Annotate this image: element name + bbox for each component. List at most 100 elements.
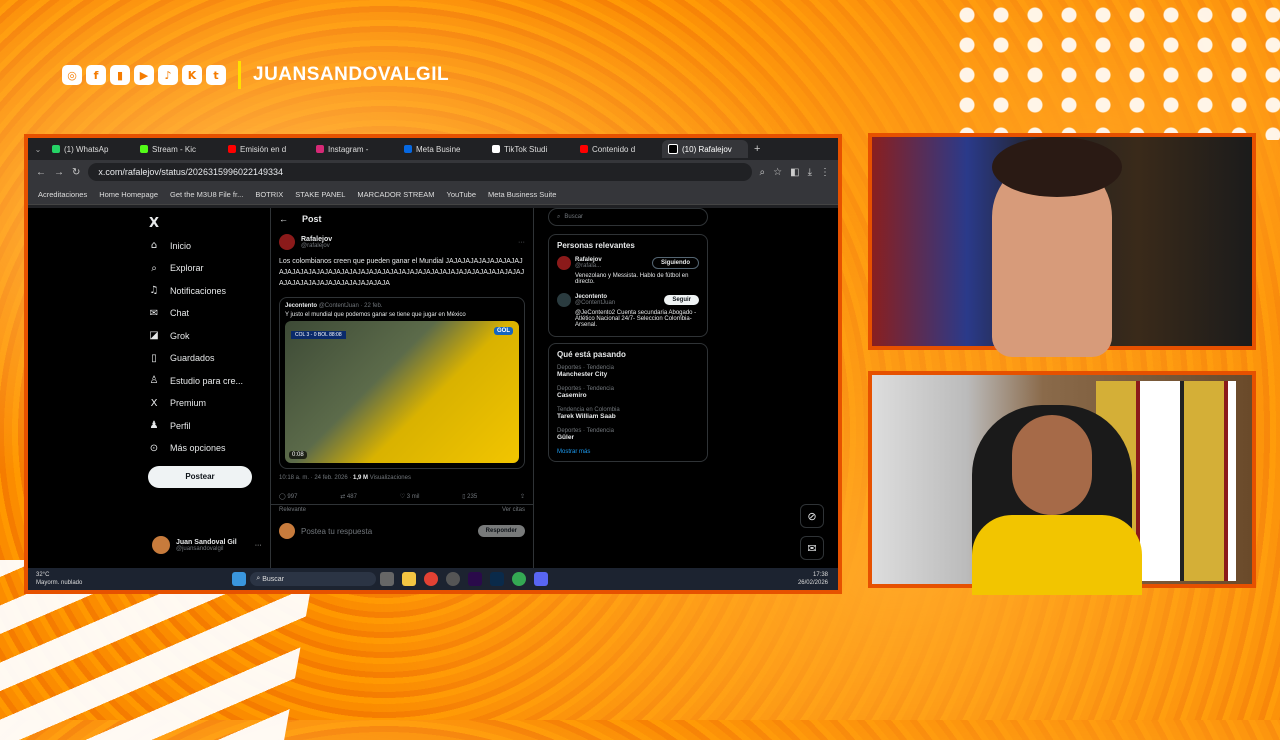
trend-name: Tarek William Saab [557, 413, 616, 420]
address-bar[interactable]: x.com/rafalejov/status/20263159960221493… [88, 163, 752, 181]
bookmark-item[interactable]: Get the M3U8 File fr... [170, 190, 243, 199]
more-icon[interactable]: ··· [518, 239, 525, 246]
tab-kick[interactable]: Stream - Kic [134, 140, 220, 158]
nav-inicio[interactable]: ⌂ Inicio [148, 235, 268, 258]
weather-temp: 32°C [36, 572, 50, 578]
back-icon[interactable]: ← [36, 167, 46, 178]
retweet-action[interactable]: ⇄ 487 [340, 493, 357, 500]
chrome-icon[interactable] [424, 572, 439, 586]
bookmark-item[interactable]: BOTRIX [255, 190, 283, 199]
zoom-icon[interactable]: ⌕ [760, 167, 766, 178]
youtube-icon: ▶ [134, 65, 154, 85]
person-bio: Venezolano y Messista. Hablo de fútbol e… [575, 273, 689, 285]
bookmark-item[interactable]: Acreditaciones [38, 190, 87, 199]
grok-float-icon[interactable]: ⊘ [800, 504, 824, 528]
forward-icon[interactable]: → [54, 167, 64, 178]
show-more-link[interactable]: Mostrar más [557, 449, 699, 455]
back-arrow-icon[interactable]: ← [279, 214, 288, 224]
trend-item[interactable]: Deportes · Tendencia Manchester City [557, 365, 699, 378]
webcam-bottom [868, 371, 1256, 595]
tab-youtube-studio[interactable]: Contenido d [574, 140, 660, 158]
premiere-icon[interactable] [468, 572, 483, 586]
bookmark-item[interactable]: MARCADOR STREAM [357, 190, 434, 199]
tab-search-icon[interactable]: ⌄ [32, 145, 44, 154]
trend-item[interactable]: Tendencia en Colombia Tarek William Saab [557, 407, 699, 420]
download-icon[interactable]: ⤓ [808, 167, 812, 178]
follow-button[interactable]: Seguir [664, 295, 699, 305]
person-handle: @ContentJuan [575, 300, 616, 306]
more-icon[interactable]: ··· [255, 542, 262, 549]
discord-icon[interactable] [534, 572, 549, 586]
person-row[interactable]: Jecontento @ContentJuan Seguir [557, 293, 699, 307]
windows-start-icon[interactable] [232, 572, 247, 586]
video-player[interactable]: COL 3 - 0 BOL 88:08 GOL 0:08 [285, 321, 519, 463]
trend-item[interactable]: Deportes · Tendencia Casemiro [557, 386, 699, 399]
obs-icon[interactable] [446, 572, 461, 586]
url-text: x.com/rafalejov/status/20263159960221493… [98, 167, 284, 177]
person-icon: ♟ [149, 420, 159, 432]
nav-premium[interactable]: X Premium [148, 392, 268, 415]
like-action[interactable]: ♡ 3 mil [400, 493, 420, 500]
trend-item[interactable]: Deportes · Tendencia Güler [557, 428, 699, 441]
avatar [152, 536, 170, 554]
nav-mas-opciones[interactable]: ⊙ Más opciones [148, 437, 268, 460]
reload-icon[interactable]: ↻ [72, 167, 80, 178]
messages-float-icon[interactable]: ✉ [800, 536, 824, 560]
clock[interactable]: 17:38 26/02/2026 [798, 571, 828, 587]
right-sidebar: ⌕ Buscar Personas relevantes Rafalejov @ra… [548, 208, 708, 468]
tab-instagram[interactable]: Instagram - [310, 140, 396, 158]
x-icon [668, 144, 678, 154]
person-row[interactable]: Rafalejov @rafala... Siguiendo [557, 256, 699, 270]
share-icon[interactable]: ⇪ [520, 493, 525, 500]
author-avatar[interactable] [279, 234, 295, 250]
weather-widget[interactable]: 32°C Mayorm. nublado [36, 571, 82, 587]
tab-x-active[interactable]: (10) Rafalejov [662, 140, 748, 158]
nav-grok[interactable]: ◪ Grok [148, 325, 268, 348]
bookmark-action[interactable]: ▯ 235 [462, 493, 477, 500]
file-explorer-icon[interactable] [402, 572, 417, 586]
author-handle: @rafalejov [301, 242, 330, 249]
star-icon[interactable]: ☆ [773, 167, 782, 178]
quote-tweet[interactable]: Jecontento @ContentJuan · 22 feb. Y just… [279, 297, 525, 469]
tab-tiktok[interactable]: TikTok Studi [486, 140, 572, 158]
person-handle: @rafala... [575, 263, 602, 269]
chrome-profile-icon[interactable] [512, 572, 527, 586]
nav-notificaciones[interactable]: ♫ Notificaciones [148, 280, 268, 303]
quote-author: Jecontento [285, 303, 318, 309]
tweet-text: Los colombianos creen que pueden ganar e… [279, 258, 525, 287]
menu-icon[interactable]: ⋮ [820, 167, 830, 178]
search-box[interactable]: ⌕ Buscar [548, 208, 708, 226]
replies-bar: Relevante Ver citas [271, 505, 533, 515]
nav-chat[interactable]: ✉ Chat [148, 302, 268, 325]
bookmark-item[interactable]: Meta Business Suite [488, 190, 556, 199]
nav-guardados[interactable]: ▯ Guardados [148, 347, 268, 370]
account-switcher[interactable]: Juan Sandoval Gil @juansandovalgil ··· [152, 536, 262, 554]
following-button[interactable]: Siguiendo [652, 257, 699, 269]
reply-button[interactable]: Responder [477, 525, 525, 537]
reply-action[interactable]: ◯ 997 [279, 493, 297, 500]
tab-whatsapp[interactable]: (1) WhatsAp [46, 140, 132, 158]
bookmark-item[interactable]: Home Homepage [99, 190, 158, 199]
extensions-icon[interactable]: ◧ [790, 167, 799, 178]
reply-input[interactable]: Postea tu respuesta [301, 527, 472, 536]
tab-youtube[interactable]: Emisión en d [222, 140, 308, 158]
post-button[interactable]: Postear [148, 465, 252, 488]
relevance-dropdown[interactable]: Relevante [279, 507, 306, 513]
photoshop-icon[interactable] [490, 572, 505, 586]
bookmarks-bar: Acreditaciones Home Homepage Get the M3U… [28, 184, 838, 205]
task-view-icon[interactable] [380, 572, 395, 586]
main-column: ← Post Rafalejov @rafalejov ··· Los colom… [270, 208, 534, 568]
see-quotes-link[interactable]: Ver citas [502, 507, 525, 513]
account-name: Juan Sandoval Gil [176, 538, 237, 546]
tab-meta[interactable]: Meta Busine [398, 140, 484, 158]
new-tab-button[interactable]: + [754, 143, 760, 155]
bookmark-item[interactable]: STAKE PANEL [295, 190, 345, 199]
nav-explorar[interactable]: ⌕ Explorar [148, 257, 268, 280]
taskbar-search[interactable]: ⌕ Buscar [250, 572, 377, 586]
nav-perfil[interactable]: ♟ Perfil [148, 415, 268, 438]
nav-estudio[interactable]: ♙ Estudio para cre... [148, 370, 268, 393]
kick-icon [140, 145, 148, 153]
bookmark-item[interactable]: YouTube [447, 190, 476, 199]
author-name[interactable]: Rafalejov [301, 236, 332, 243]
x-logo[interactable]: X [148, 212, 268, 235]
